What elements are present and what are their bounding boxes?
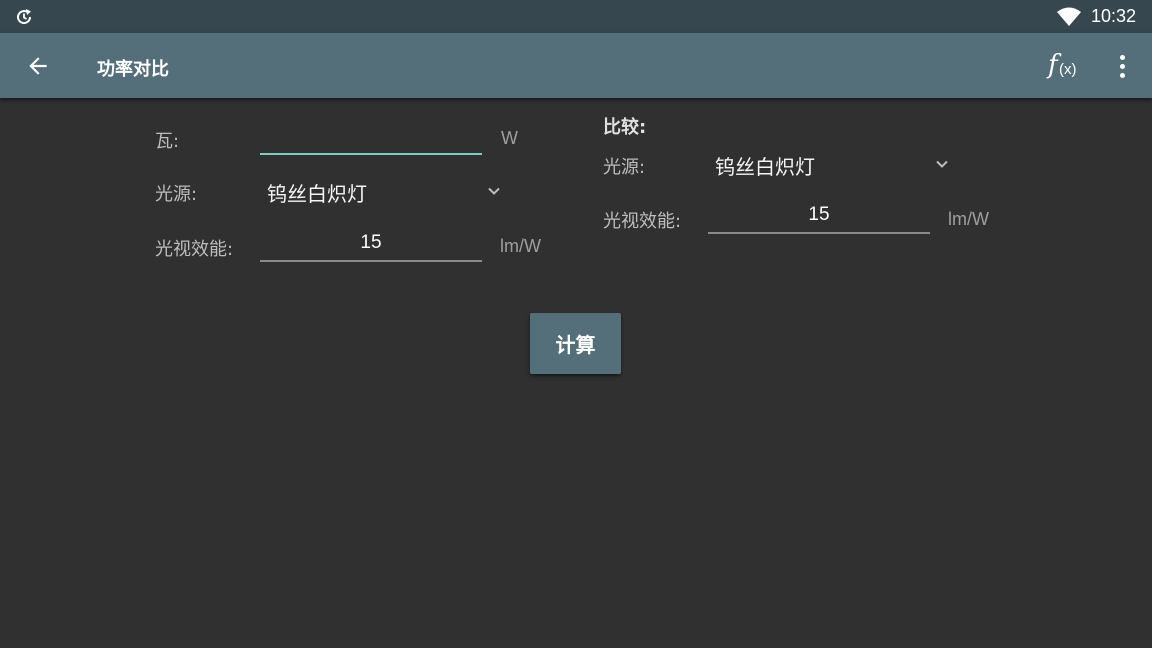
compare-light-source-dropdown[interactable]: 钨丝白炽灯 [707, 144, 950, 184]
status-bar: 10:32 [0, 0, 1152, 33]
function-icon-suffix: (x) [1059, 61, 1077, 78]
chevron-down-icon [488, 187, 500, 195]
app-bar: 功率对比 f (x) [0, 33, 1152, 98]
chevron-down-icon [936, 160, 948, 168]
efficacy-label: 光视效能: [155, 239, 234, 260]
more-vert-icon [1119, 54, 1125, 60]
efficacy-unit: lm/W [500, 236, 541, 256]
compare-efficacy-label: 光视效能: [603, 211, 682, 232]
watt-unit: W [501, 128, 518, 148]
compare-light-source-label: 光源: [603, 157, 646, 178]
function-icon: f [1048, 50, 1058, 80]
function-button[interactable]: f (x) [1040, 47, 1084, 85]
back-button[interactable] [18, 47, 58, 85]
calculate-button[interactable]: 计算 [530, 313, 621, 374]
compare-efficacy-input[interactable] [708, 198, 930, 232]
more-options-button[interactable] [1108, 47, 1136, 85]
compare-efficacy-field[interactable] [708, 198, 930, 234]
page-title: 功率对比 [97, 59, 169, 80]
compare-light-source-value: 钨丝白炽灯 [715, 155, 815, 179]
light-source-dropdown[interactable]: 钨丝白炽灯 [259, 171, 502, 211]
watt-field[interactable] [260, 119, 482, 155]
compare-efficacy-unit: lm/W [948, 209, 989, 229]
sync-icon [17, 9, 32, 25]
watt-input[interactable] [260, 119, 482, 153]
arrow-back-icon [29, 57, 47, 75]
compare-heading: 比较: [603, 117, 647, 138]
light-source-label: 光源: [155, 184, 198, 205]
status-clock: 10:32 [1091, 6, 1137, 26]
watt-label: 瓦: [155, 131, 180, 152]
light-source-value: 钨丝白炽灯 [267, 182, 367, 206]
wifi-icon [1057, 7, 1081, 26]
efficacy-input[interactable] [260, 226, 482, 260]
efficacy-field[interactable] [260, 226, 482, 262]
